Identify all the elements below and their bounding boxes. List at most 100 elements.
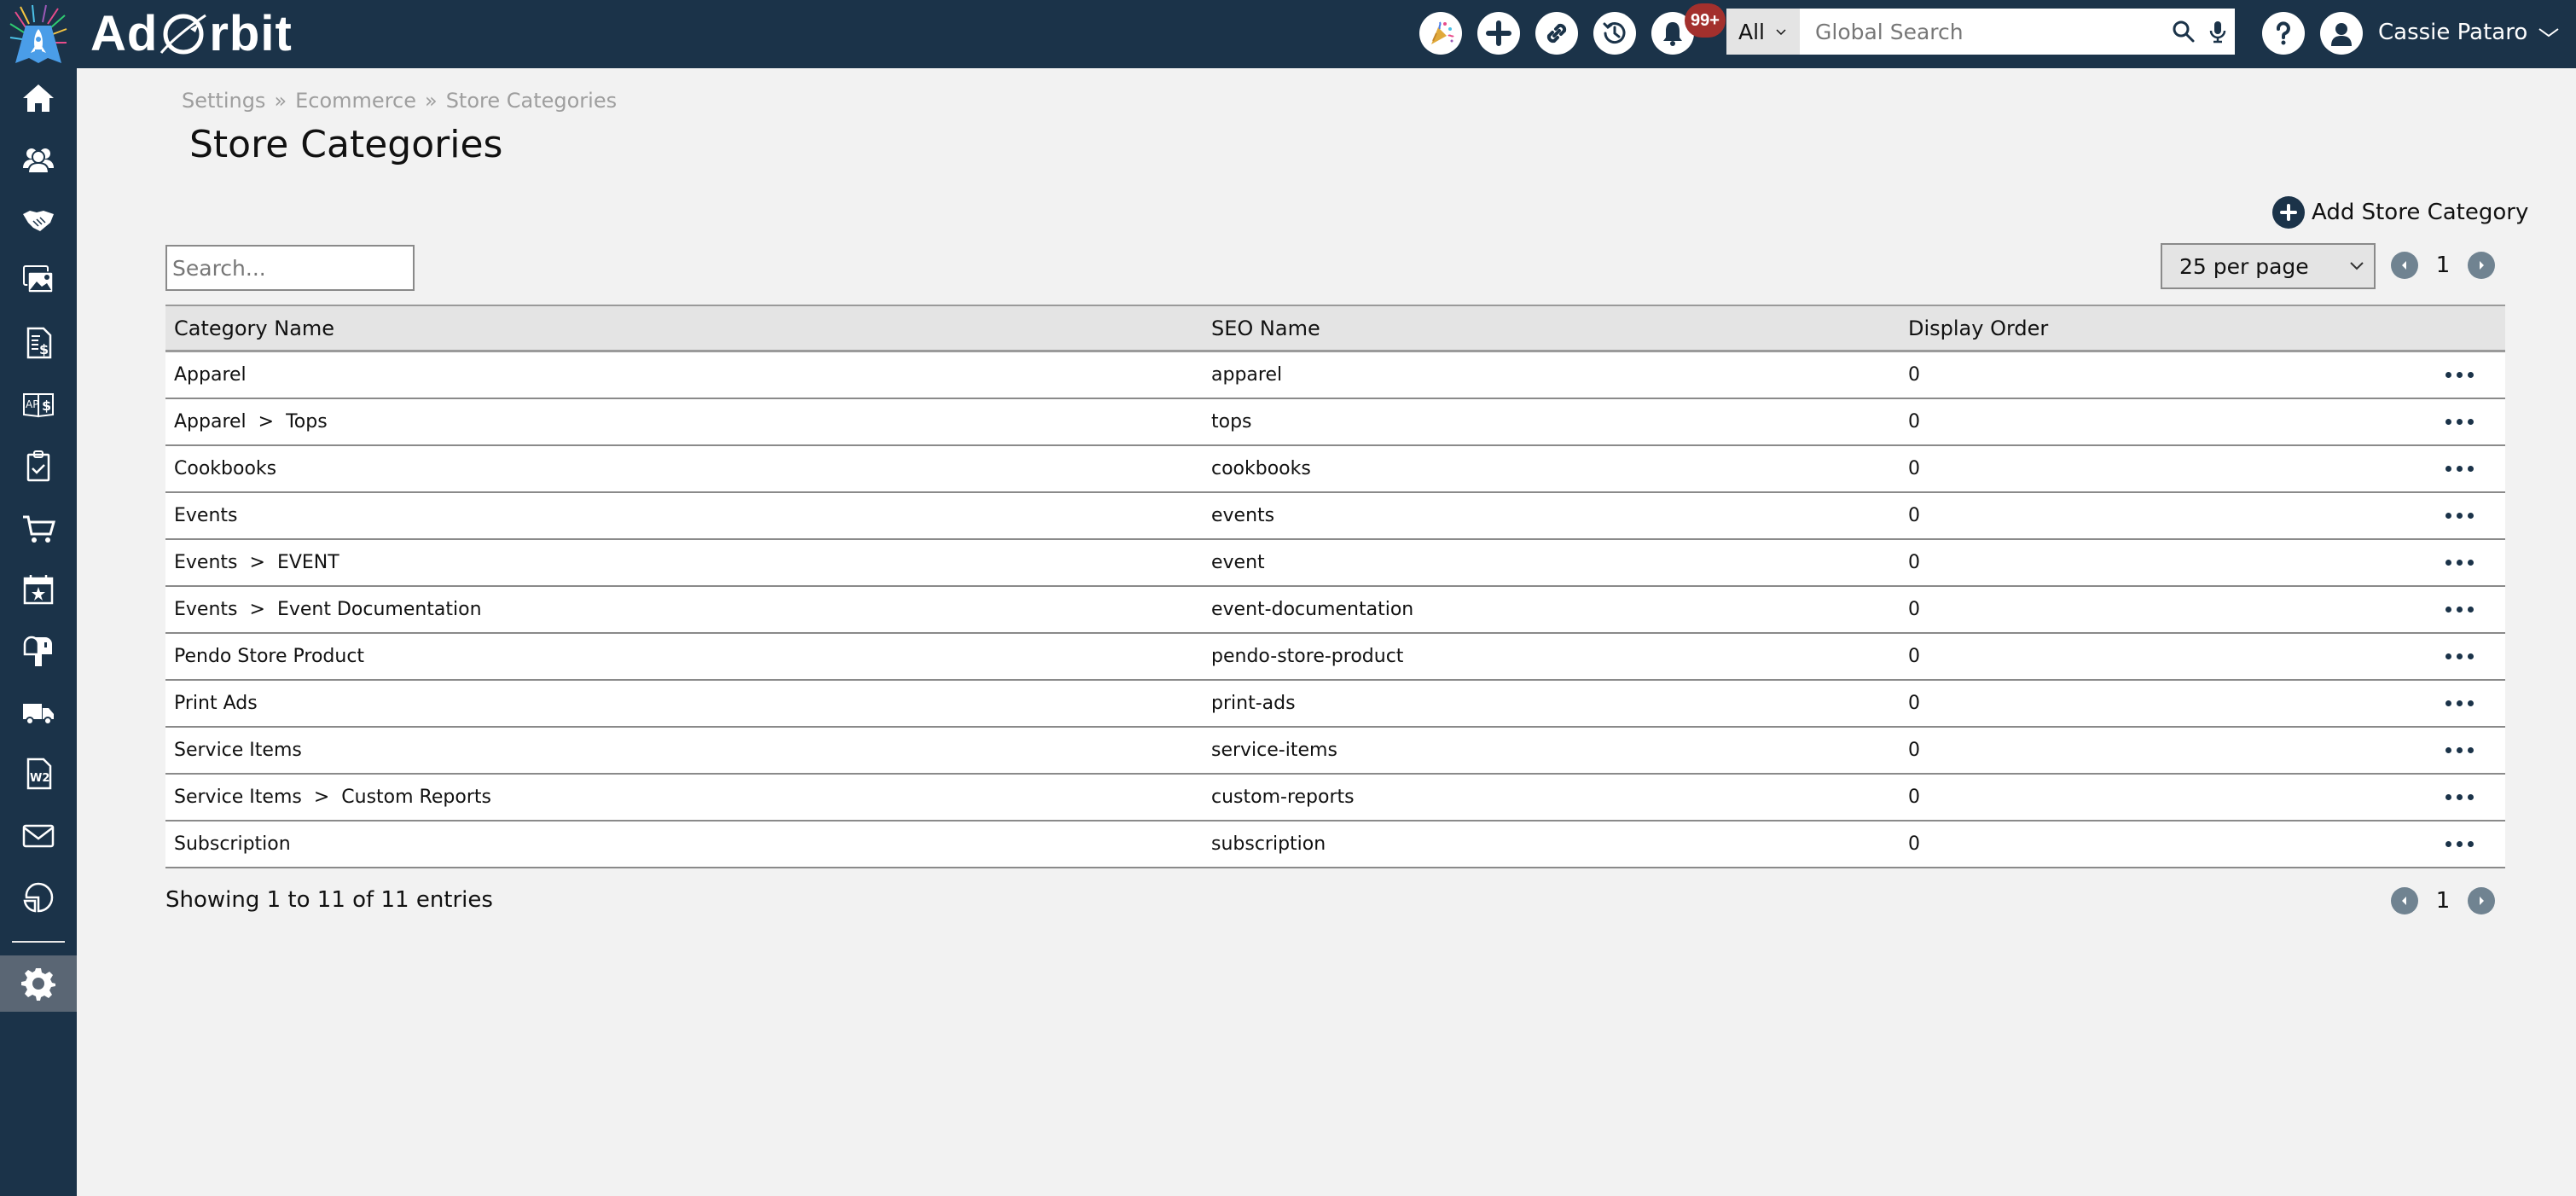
table-row[interactable]: Pendo Store Product pendo-store-product 0 [165, 634, 2505, 681]
seo-name-cell: pendo-store-product [1211, 646, 1404, 667]
user-menu[interactable]: Cassie Pataro [2378, 15, 2560, 49]
dot [2457, 700, 2463, 706]
table-row[interactable]: Events > Event Documentation event-document… [165, 587, 2505, 634]
dot [2445, 466, 2451, 472]
sidebar-item-media[interactable] [0, 254, 77, 305]
more-options-icon[interactable] [2445, 653, 2474, 659]
next-page-button[interactable] [2468, 252, 2495, 279]
sidebar-item-tasks[interactable] [0, 440, 77, 491]
table-row[interactable]: Events > EVENT event 0 [165, 540, 2505, 587]
current-page-number: 1 [2435, 253, 2451, 278]
chevron-down-icon [2538, 28, 2559, 38]
table-row[interactable]: Apparel > Tops tops 0 [165, 399, 2505, 446]
w2-document-icon: W2 [26, 758, 52, 790]
category-name-cell: Cookbooks [165, 458, 1203, 479]
sidebar-divider [12, 941, 65, 943]
category-name-part: Apparel [174, 364, 247, 386]
seo-name-cell: cookbooks [1211, 458, 1311, 479]
app-logo-icon[interactable] [7, 3, 70, 65]
column-header-display-order[interactable]: Display Order [1900, 316, 2445, 340]
dot [2468, 513, 2474, 519]
envelope-icon [22, 824, 55, 848]
seo-name-cell: print-ads [1211, 693, 1296, 714]
search-icon[interactable] [2167, 9, 2201, 55]
sidebar-item-w2[interactable]: W2 [0, 748, 77, 799]
sidebar-item-mailbox[interactable] [0, 625, 77, 676]
link-icon[interactable] [1535, 12, 1578, 55]
category-name-cell: Print Ads [165, 693, 1203, 714]
sidebar-item-events[interactable] [0, 564, 77, 615]
more-options-icon[interactable] [2445, 747, 2474, 753]
seo-name-cell: apparel [1211, 364, 1283, 386]
help-icon[interactable] [2262, 12, 2305, 55]
breadcrumb-settings[interactable]: Settings [182, 89, 265, 113]
column-header-category-name[interactable]: Category Name [165, 316, 1203, 340]
plus-circle-icon[interactable] [1477, 12, 1520, 55]
next-page-button[interactable] [2468, 887, 2495, 914]
sidebar-item-contacts[interactable] [0, 134, 77, 185]
dot [2445, 560, 2451, 566]
seo-name-cell: events [1211, 505, 1275, 526]
dot [2445, 653, 2451, 659]
more-options-icon[interactable] [2445, 372, 2474, 378]
breadcrumb-ecommerce[interactable]: Ecommerce [295, 89, 416, 113]
seo-name-cell: event [1211, 552, 1265, 573]
table-row[interactable]: Service Items > Custom Reports custom-repor… [165, 775, 2505, 822]
prev-page-button[interactable] [2391, 887, 2418, 914]
dot [2457, 466, 2463, 472]
dot [2468, 653, 2474, 659]
more-options-icon[interactable] [2445, 513, 2474, 519]
per-page-select[interactable]: 25 per page [2161, 243, 2376, 289]
search-scope-select[interactable]: All [1726, 9, 1800, 55]
table-row[interactable]: Events events 0 [165, 493, 2505, 540]
category-name-cell: Apparel [165, 364, 1203, 386]
row-actions-cell [2445, 700, 2505, 706]
display-order-cell: 0 [1908, 833, 1920, 855]
chevron-down-icon [1776, 29, 1786, 36]
category-name-cell: Events > Event Documentation [165, 599, 1203, 620]
dot [2445, 747, 2451, 753]
sidebar-item-accounting[interactable]: AP $ [0, 379, 77, 430]
more-options-icon[interactable] [2445, 841, 2474, 847]
user-avatar-icon[interactable] [2320, 12, 2363, 55]
more-options-icon[interactable] [2445, 560, 2474, 566]
more-options-icon[interactable] [2445, 419, 2474, 425]
sidebar-item-invoices[interactable]: $ [0, 317, 77, 369]
table-row[interactable]: Service Items service-items 0 [165, 728, 2505, 775]
global-search-input[interactable] [1800, 9, 2167, 55]
microphone-icon[interactable] [2201, 9, 2235, 55]
column-header-seo-name[interactable]: SEO Name [1203, 316, 1900, 340]
table-search-input[interactable] [165, 245, 415, 291]
more-options-icon[interactable] [2445, 794, 2474, 800]
category-path-separator: > [313, 787, 330, 808]
sidebar-item-ecommerce[interactable] [0, 503, 77, 554]
dot [2457, 419, 2463, 425]
sidebar-item-email[interactable] [0, 810, 77, 862]
dot [2468, 466, 2474, 472]
dot [2468, 607, 2474, 613]
table-row[interactable]: Subscription subscription 0 [165, 822, 2505, 868]
more-options-icon[interactable] [2445, 607, 2474, 613]
sidebar-item-delivery[interactable] [0, 687, 77, 738]
sidebar-item-home[interactable] [0, 73, 77, 124]
table-row[interactable]: Cookbooks cookbooks 0 [165, 446, 2505, 493]
more-options-icon[interactable] [2445, 466, 2474, 472]
table-row[interactable]: Apparel apparel 0 [165, 352, 2505, 399]
dot [2445, 794, 2451, 800]
add-store-category-button[interactable]: Add Store Category [2272, 196, 2528, 229]
category-name-cell: Service Items > Custom Reports [165, 787, 1203, 808]
party-popper-icon[interactable] [1419, 12, 1462, 55]
row-actions-cell [2445, 747, 2505, 753]
history-icon[interactable] [1593, 12, 1636, 55]
category-name-part: Cookbooks [174, 458, 277, 479]
dot [2468, 700, 2474, 706]
entries-info: Showing 1 to 11 of 11 entries [165, 887, 493, 913]
sidebar-item-settings[interactable] [0, 955, 77, 1012]
ap-ledger-icon: AP $ [23, 393, 54, 418]
sidebar-item-reports[interactable] [0, 872, 77, 923]
prev-page-button[interactable] [2391, 252, 2418, 279]
sidebar-item-deals[interactable] [0, 194, 77, 245]
brand-name: Ad rbit [90, 3, 293, 65]
more-options-icon[interactable] [2445, 700, 2474, 706]
table-row[interactable]: Print Ads print-ads 0 [165, 681, 2505, 728]
